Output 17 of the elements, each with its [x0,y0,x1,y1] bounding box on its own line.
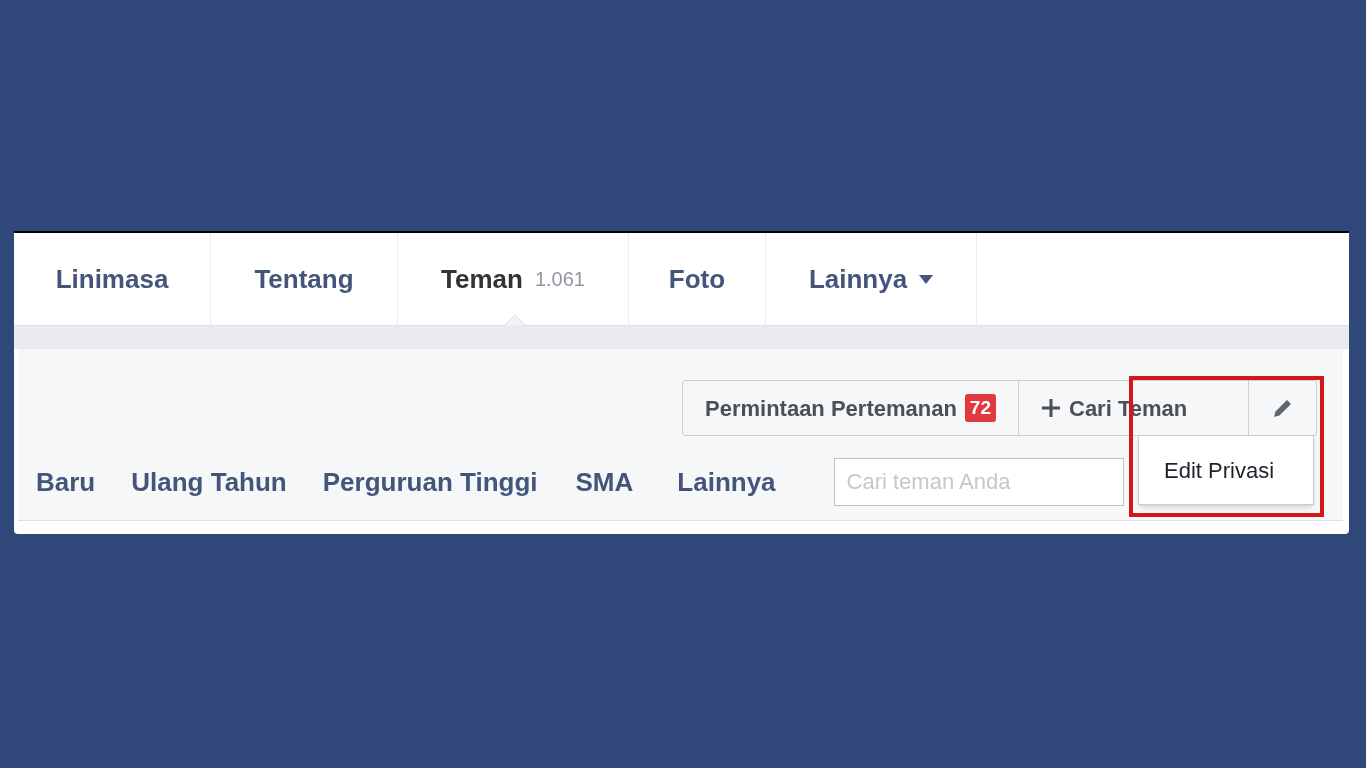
profile-tab[interactable]: Tentang [211,233,398,325]
edit-button[interactable] [1249,380,1317,436]
profile-tab[interactable]: Linimasa [14,233,211,325]
pencil-icon [1271,397,1294,419]
filter-link[interactable]: Baru [36,462,96,502]
plus-icon [1041,398,1061,418]
profile-tab[interactable]: Lainnya [766,233,977,325]
search-field[interactable]: Cari teman Anda [833,458,1124,506]
menu-item[interactable]: Edit Privasi [1139,453,1313,487]
filter-link[interactable]: SMA [575,462,634,502]
filter-link[interactable]: Ulang Tahun [131,462,287,502]
filter-link[interactable]: Lainnya [677,462,776,502]
filter-link[interactable]: Perguruan Tinggi [322,462,538,502]
count-badge: 72 [964,393,996,423]
profile-tab[interactable]: Foto [629,233,766,325]
friend-requests-button[interactable]: Permintaan Pertemanan 72 [682,380,1019,436]
caret-icon [919,274,934,284]
